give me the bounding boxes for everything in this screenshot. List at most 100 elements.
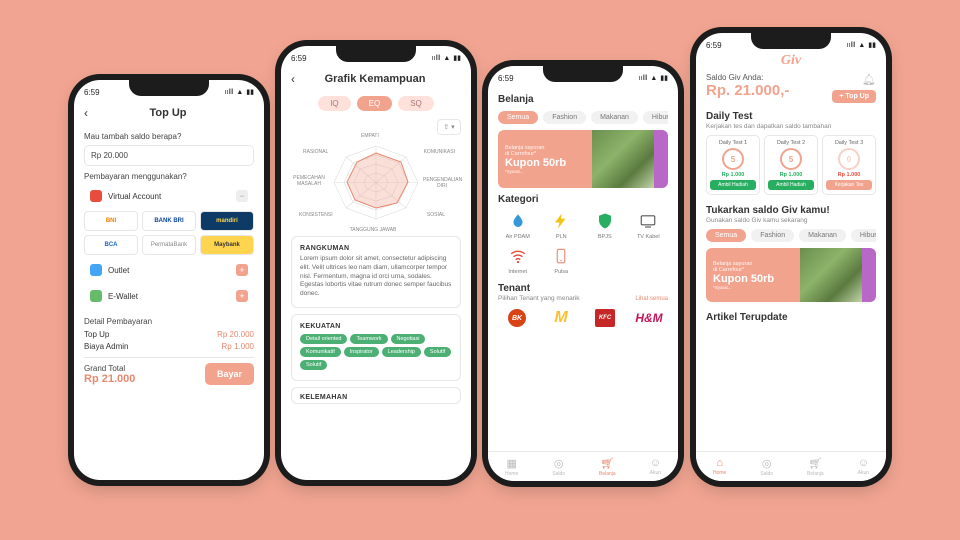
category-tabs: Semua Fashion Makanan Hiburan Belanja [498, 111, 668, 124]
promo-banner[interactable]: Belanja sayuran di Carrefour* Kupon 50rb… [706, 248, 876, 302]
bank-mandiri[interactable]: mandiri [200, 211, 254, 231]
expand-icon[interactable]: + [236, 264, 248, 276]
bank-grid: BNI BANK BRI mandiri BCA PermataBank May… [84, 211, 254, 255]
nav-home[interactable]: ⌂Home [713, 457, 726, 476]
water-icon [508, 211, 528, 231]
page-title: Grafik Kemampuan [289, 73, 461, 85]
notch [543, 66, 623, 82]
tukar-sub: Gunakan saldo Giv kamu sekarang [706, 217, 876, 224]
claim-button[interactable]: Ambil Hadiah [768, 180, 814, 190]
tenant-bk[interactable]: BK [498, 307, 536, 329]
home-icon: ⌂ [716, 457, 723, 469]
daily-test-card[interactable]: Daily Test 3 0 Rp 1.000 Kerjakan Tes [822, 135, 876, 195]
tab-hiburan[interactable]: Hiburan [643, 111, 668, 124]
daily-header: Daily Test [706, 111, 876, 122]
pay-button[interactable]: Bayar [205, 363, 254, 385]
outlet-icon [90, 264, 102, 276]
phone-graph: 6:59 ıılll▲▮▮ ‹ Grafik Kemampuan IQ EQ S… [281, 46, 471, 480]
detail-row: Biaya AdminRp 1.000 [84, 342, 254, 351]
cat-pulsa[interactable]: Pulsa [542, 246, 582, 275]
nav-akun[interactable]: ☺︎Akun [650, 457, 661, 476]
nav-belanja[interactable]: 🛒︎Belanja [599, 457, 616, 477]
claim-button[interactable]: Ambil Hadiah [710, 180, 756, 190]
topup-button[interactable]: + Top Up [832, 90, 876, 103]
promo-banner[interactable]: Belanja sayuran di Carrefour* Kupon 50rb… [498, 130, 668, 188]
wifi-icon [508, 246, 528, 266]
tenant-kfc[interactable]: KFC [586, 307, 624, 329]
cat-bpjs[interactable]: BPJS [585, 211, 625, 240]
balance-amount: Rp. 21.000,- [706, 82, 789, 99]
tab-eq[interactable]: EQ [357, 96, 393, 111]
expand-icon[interactable]: + [236, 290, 248, 302]
amount-input[interactable]: Rp 20.000 [84, 145, 254, 166]
summary-title: RANGKUMAN [300, 245, 452, 252]
bank-bni[interactable]: BNI [84, 211, 138, 231]
grand-label: Grand Total [84, 364, 135, 373]
share-button[interactable]: ⇧ ▾ [437, 119, 461, 135]
cat-tv[interactable]: TV Kabel [629, 211, 669, 240]
cat-pdam[interactable]: Air PDAM [498, 211, 538, 240]
daily-tests: Daily Test 1 5 Rp 1.000 Ambil Hadiah Dai… [706, 135, 876, 195]
balance-label: Saldo Giv Anda: [706, 73, 789, 82]
see-all-link[interactable]: Lihat semua [635, 296, 668, 302]
strength-title: KEKUATAN [300, 323, 452, 330]
do-test-button[interactable]: Kerjakan Tes [826, 180, 872, 190]
tab-fashion[interactable]: Fashion [751, 229, 794, 242]
tenant-grid: BK M KFC H&M [498, 307, 668, 329]
pay-method-outlet[interactable]: Outlet + [84, 259, 254, 281]
chip: Leadership [382, 347, 421, 357]
category-grid: Air PDAM PLN BPJS TV Kabel Internet Puls… [498, 211, 668, 275]
weakness-card: KELEMAHAN [291, 387, 461, 404]
ewallet-icon [90, 290, 102, 302]
cat-internet[interactable]: Internet [498, 246, 538, 275]
radar-chart: EMPATI KOMUNIKASI PENGENDALIAN DIRI SOSI… [301, 135, 451, 230]
tab-semua[interactable]: Semua [498, 111, 538, 124]
nav-belanja[interactable]: 🛒︎Belanja [807, 457, 824, 477]
detail-header: Detail Pembayaran [84, 317, 254, 326]
page-title: Belanja [498, 94, 668, 105]
daily-test-card[interactable]: Daily Test 2 5 Rp 1.000 Ambil Hadiah [764, 135, 818, 195]
nav-saldo[interactable]: ◎Saldo [552, 457, 565, 477]
va-label: Virtual Account [108, 192, 230, 201]
score-circle: 0 [838, 148, 860, 170]
user-icon: ☺︎ [858, 457, 869, 469]
bank-permata[interactable]: PermataBank [142, 235, 196, 255]
tab-fashion[interactable]: Fashion [543, 111, 586, 124]
bank-maybank[interactable]: Maybank [200, 235, 254, 255]
collapse-icon[interactable]: − [236, 190, 248, 202]
va-icon [90, 190, 102, 202]
chip: Teamwork [350, 334, 387, 344]
nav-home[interactable]: ▦Home [505, 457, 518, 477]
tenant-header: Tenant [498, 283, 580, 294]
score-circle: 5 [780, 148, 802, 170]
chip: Komunikatif [300, 347, 341, 357]
nav-akun[interactable]: ☺︎Akun [858, 457, 869, 476]
bank-bca[interactable]: BCA [84, 235, 138, 255]
promo-next [654, 130, 668, 188]
daily-sub: Kerjakan tes dan dapatkan saldo tambahan [706, 123, 876, 130]
tenant-hm[interactable]: H&M [630, 307, 668, 329]
pay-method-ewallet[interactable]: E-Wallet + [84, 285, 254, 307]
pay-method-va[interactable]: Virtual Account − [84, 185, 254, 207]
phone-topup: 6:59 ıılll▲▮▮ ‹ Top Up Mau tambah saldo … [74, 80, 264, 480]
tab-hiburan[interactable]: Hiburan [851, 229, 876, 242]
label-amount-q: Mau tambah saldo berapa? [84, 132, 254, 141]
bell-icon[interactable]: 🔔︎ [862, 73, 876, 86]
tab-iq[interactable]: IQ [318, 96, 350, 111]
nav-saldo[interactable]: ◎Saldo [760, 457, 773, 477]
cart-icon: 🛒︎ [600, 457, 614, 470]
daily-test-card[interactable]: Daily Test 1 5 Rp 1.000 Ambil Hadiah [706, 135, 760, 195]
phone-belanja: 6:59 ıılll▲▮▮ Belanja Semua Fashion Maka… [488, 66, 678, 481]
tab-semua[interactable]: Semua [706, 229, 746, 242]
tab-makanan[interactable]: Makanan [799, 229, 846, 242]
grid-icon: ▦ [506, 457, 516, 470]
cat-pln[interactable]: PLN [542, 211, 582, 240]
bank-bri[interactable]: BANK BRI [142, 211, 196, 231]
tv-icon [638, 211, 658, 231]
tab-makanan[interactable]: Makanan [591, 111, 638, 124]
tab-sq[interactable]: SQ [398, 96, 434, 111]
tenant-mcd[interactable]: M [542, 307, 580, 329]
cart-icon: 🛒︎ [808, 457, 822, 470]
summary-card: RANGKUMAN Lorem ipsum dolor sit amet, co… [291, 236, 461, 308]
tab-row: IQ EQ SQ [291, 96, 461, 111]
